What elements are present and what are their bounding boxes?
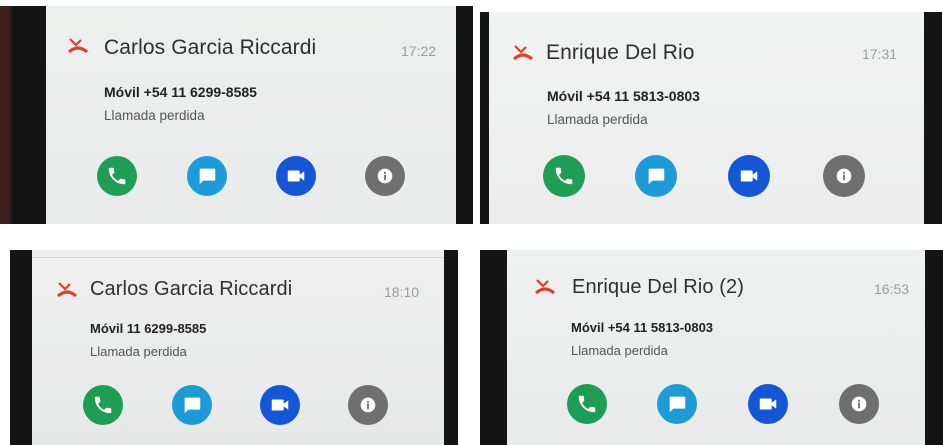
call-back-button[interactable] <box>97 156 137 196</box>
phone-bezel <box>480 12 489 224</box>
phone-icon <box>555 167 573 185</box>
video-call-button[interactable] <box>748 384 788 424</box>
call-time: 16:53 <box>874 281 910 297</box>
divider <box>32 257 444 258</box>
video-icon <box>271 399 289 411</box>
video-call-button[interactable] <box>728 155 770 197</box>
contact-info-button[interactable] <box>348 385 388 425</box>
message-icon <box>669 396 686 413</box>
notification-card: Enrique Del Rio (2) 16:53 Móvil +54 11 5… <box>480 250 943 445</box>
caller-name: Carlos Garcia Riccardi <box>90 278 293 300</box>
call-status: Llamada perdida <box>571 343 668 358</box>
video-icon <box>740 170 758 182</box>
info-icon <box>836 168 852 184</box>
phone-bezel <box>924 12 942 224</box>
phone-icon <box>578 395 596 413</box>
video-call-button[interactable] <box>276 156 316 196</box>
missed-call-icon <box>57 282 77 298</box>
call-time: 17:31 <box>862 46 898 62</box>
caller-name: Carlos Garcia Riccardi <box>104 36 317 59</box>
call-time: 17:22 <box>401 43 437 59</box>
call-back-button[interactable] <box>567 384 607 424</box>
phone-bezel <box>925 250 943 445</box>
notification-card: Carlos Garcia Riccardi 17:22 Móvil +54 1… <box>0 6 473 224</box>
contact-info-button[interactable] <box>365 156 405 196</box>
call-status: Llamada perdida <box>104 108 205 123</box>
phone-bezel <box>456 6 473 224</box>
caller-number: Móvil 11 6299-8585 <box>90 321 207 336</box>
caller-number: Móvil +54 11 5813-0803 <box>547 88 700 104</box>
info-icon <box>851 396 867 412</box>
contact-info-button[interactable] <box>839 384 879 424</box>
caller-name: Enrique Del Rio <box>546 41 695 64</box>
message-button[interactable] <box>657 384 697 424</box>
phone-bezel <box>444 250 458 445</box>
contact-info-button[interactable] <box>823 155 865 197</box>
message-button[interactable] <box>187 156 227 196</box>
caller-number: Móvil +54 11 5813-0803 <box>571 320 714 335</box>
video-icon <box>287 170 305 182</box>
caller-number: Móvil +54 11 6299-8585 <box>104 84 257 100</box>
phone-bezel <box>480 250 507 445</box>
message-icon <box>184 397 201 414</box>
call-status: Llamada perdida <box>547 112 648 127</box>
call-time: 18:10 <box>384 284 420 300</box>
video-call-button[interactable] <box>260 385 300 425</box>
phone-icon <box>94 396 112 414</box>
message-icon <box>199 168 216 185</box>
message-icon <box>648 168 665 185</box>
call-back-button[interactable] <box>543 155 585 197</box>
message-button[interactable] <box>172 385 212 425</box>
info-icon <box>360 397 376 413</box>
missed-call-icon <box>513 45 533 61</box>
caller-name: Enrique Del Rio (2) <box>572 276 744 298</box>
notification-card: Carlos Garcia Riccardi 18:10 Móvil 11 62… <box>10 250 458 445</box>
phone-bezel <box>10 250 32 445</box>
call-back-button[interactable] <box>83 385 123 425</box>
notification-card: Enrique Del Rio 17:31 Móvil +54 11 5813-… <box>480 12 943 224</box>
missed-call-icon <box>535 279 555 295</box>
phone-bezel <box>0 6 46 224</box>
video-icon <box>759 398 777 410</box>
message-button[interactable] <box>635 155 677 197</box>
call-status: Llamada perdida <box>90 344 187 359</box>
missed-call-icon <box>68 38 88 54</box>
info-icon <box>377 168 393 184</box>
phone-icon <box>108 167 126 185</box>
